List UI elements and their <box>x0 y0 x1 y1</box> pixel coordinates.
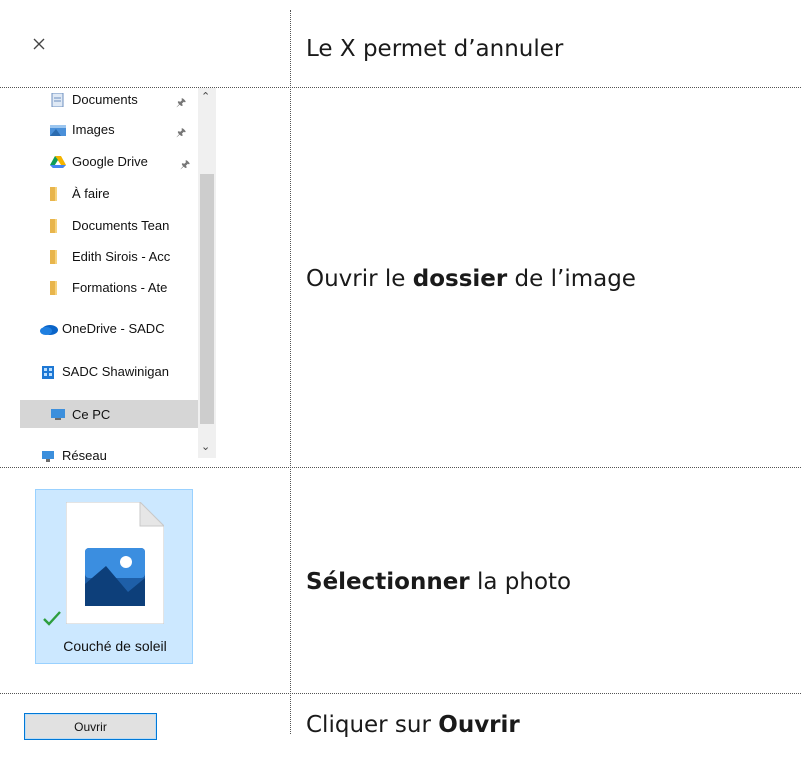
nav-item-sadc-shawinigan[interactable]: SADC Shawinigan <box>30 360 198 384</box>
nav-item-reseau[interactable]: Réseau <box>30 444 198 468</box>
navigation-pane[interactable]: ⌃ ⌄ Documents 🖈 Images 🖈 Google Drive 🖈 … <box>20 88 216 468</box>
folder-icon <box>50 250 57 264</box>
network-icon <box>42 451 54 462</box>
nav-item-images[interactable]: Images 🖈 <box>30 118 198 142</box>
nav-item-label: Edith Sirois - Acc <box>72 249 171 264</box>
close-icon[interactable] <box>31 36 47 52</box>
nav-item-formations[interactable]: Formations - Ate <box>30 276 198 300</box>
nav-item-onedrive[interactable]: OneDrive - SADC <box>30 317 198 341</box>
scroll-up-icon[interactable]: ⌃ <box>201 90 210 103</box>
file-name: Couché de soleil <box>63 638 167 654</box>
instruction-cancel: Le X permet d’annuler <box>306 36 564 62</box>
pin-icon[interactable]: 🖈 <box>176 94 186 113</box>
folder-icon <box>50 281 57 295</box>
nav-item-label: Documents Tean <box>72 218 170 233</box>
open-button[interactable]: Ouvrir <box>24 713 157 740</box>
scroll-down-icon[interactable]: ⌄ <box>201 440 210 453</box>
computer-icon <box>51 409 65 420</box>
nav-item-label: À faire <box>72 186 110 201</box>
pin-icon[interactable]: 🖈 <box>180 156 190 175</box>
nav-item-label: Google Drive <box>72 154 148 169</box>
folder-icon <box>50 219 57 233</box>
nav-item-label: Ce PC <box>72 407 111 422</box>
instruction-click-open: Cliquer sur Ouvrir <box>306 712 520 738</box>
nav-item-label: OneDrive - SADC <box>62 321 165 336</box>
file-tile[interactable]: Couché de soleil <box>35 489 193 664</box>
nav-item-label: Réseau <box>62 448 107 463</box>
row-divider-3 <box>0 693 801 694</box>
building-icon <box>42 366 54 379</box>
nav-item-documents-team[interactable]: Documents Tean <box>30 214 198 238</box>
nav-item-label: Formations - Ate <box>72 280 168 295</box>
pin-icon[interactable]: 🖈 <box>176 124 186 143</box>
nav-item-documents[interactable]: Documents 🖈 <box>30 88 198 112</box>
image-file-icon <box>66 502 164 624</box>
checkmark-icon <box>43 611 61 626</box>
nav-item-label: SADC Shawinigan <box>62 364 169 379</box>
folder-icon <box>50 187 57 201</box>
documents-icon <box>51 93 64 107</box>
instruction-select-photo: Sélectionner la photo <box>306 569 572 595</box>
nav-item-ce-pc[interactable]: Ce PC <box>20 400 198 428</box>
nav-item-edith-sirois[interactable]: Edith Sirois - Acc <box>30 245 198 269</box>
images-icon <box>50 125 66 136</box>
google-drive-icon <box>50 156 66 168</box>
onedrive-icon <box>40 325 58 335</box>
nav-item-google-drive[interactable]: Google Drive 🖈 <box>30 150 198 174</box>
column-divider <box>290 10 291 734</box>
nav-item-a-faire[interactable]: À faire <box>30 182 198 206</box>
instruction-open-folder: Ouvrir le dossier de l’image <box>306 266 636 292</box>
scrollbar-thumb[interactable] <box>200 174 214 424</box>
open-button-label: Ouvrir <box>74 719 107 734</box>
